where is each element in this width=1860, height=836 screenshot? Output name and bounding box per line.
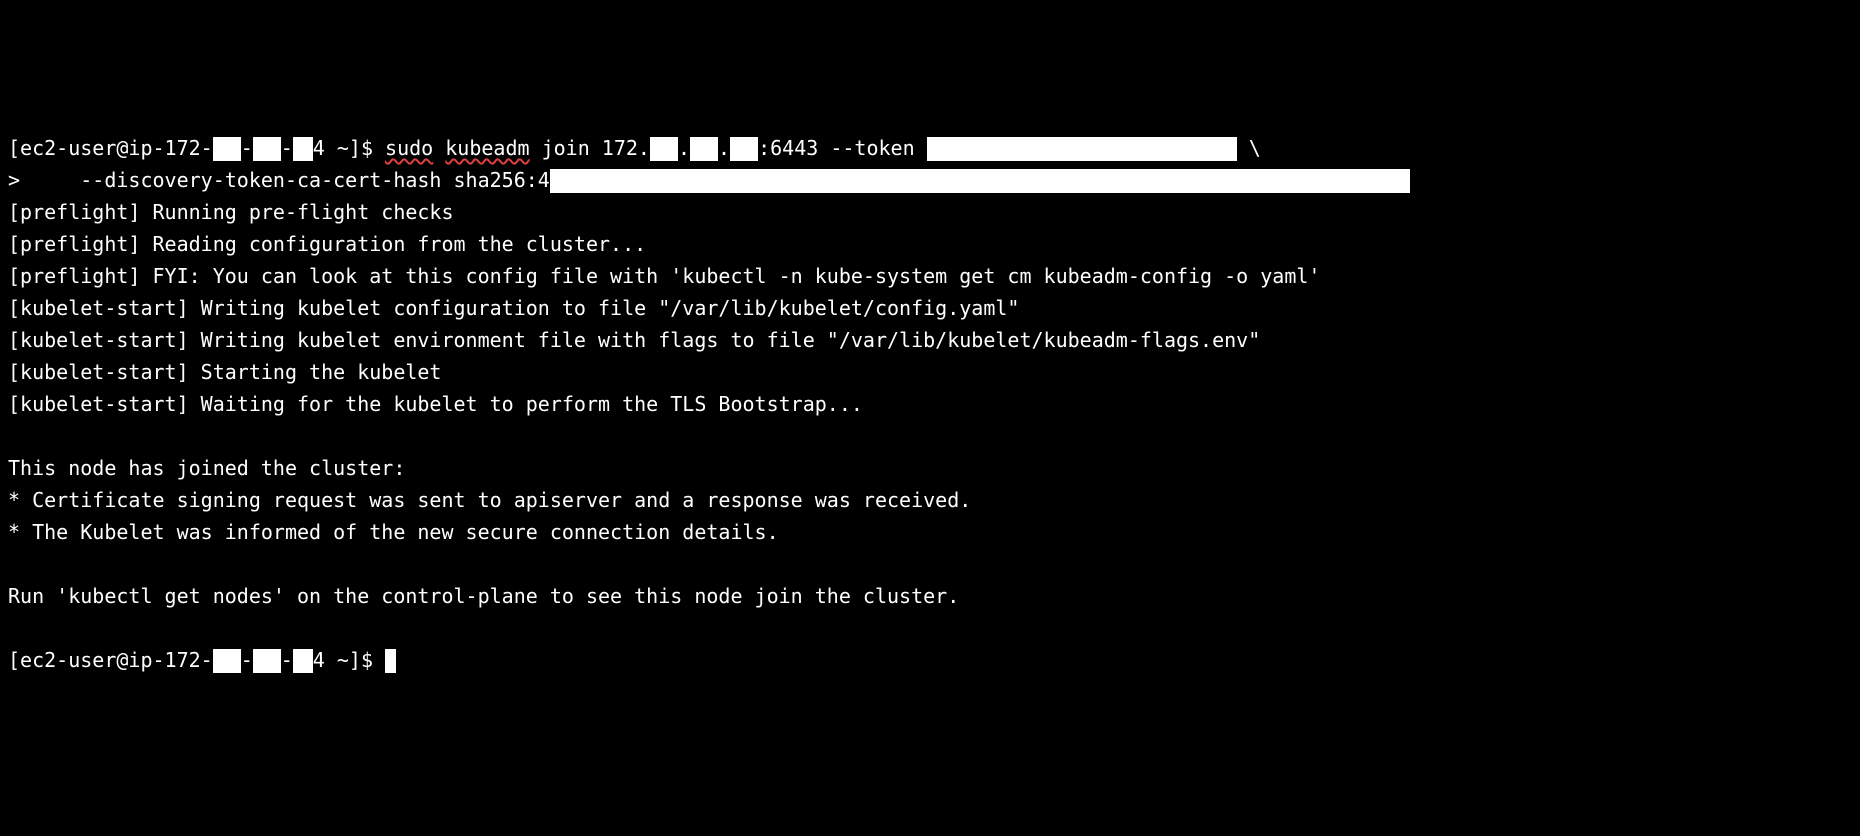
command-line-2[interactable]: [ec2-user@ip-172---4 ~]$ [8,644,1852,676]
output-line: [preflight] FYI: You can look at this co… [8,260,1852,292]
output-line: * Certificate signing request was sent t… [8,484,1852,516]
cont-prompt: > --discovery-token-ca-cert-hash sha256:… [8,168,550,192]
prompt-suffix: 4 ~]$ [313,136,385,160]
output-line: * The Kubelet was informed of the new se… [8,516,1852,548]
command-line-1-continuation[interactable]: > --discovery-token-ca-cert-hash sha256:… [8,164,1852,196]
output-blank [8,548,1852,580]
redacted-ip-octet [293,649,313,673]
cursor [385,649,396,673]
command-line-1[interactable]: [ec2-user@ip-172---4 ~]$ sudo kubeadm jo… [8,132,1852,164]
output-line: [preflight] Running pre-flight checks [8,196,1852,228]
cmd-backslash: \ [1237,136,1261,160]
cmd-rest1: join 172. [530,136,650,160]
prompt-prefix: [ec2-user@ip-172- [8,648,213,672]
redacted-ip-octet [650,137,678,161]
output-line: [kubelet-start] Waiting for the kubelet … [8,388,1852,420]
redacted-ip-octet [213,649,241,673]
prompt-prefix: [ec2-user@ip-172- [8,136,213,160]
redacted-ip-octet [730,137,758,161]
redacted-ip-octet [253,649,281,673]
output-line: [kubelet-start] Writing kubelet configur… [8,292,1852,324]
output-blank [8,420,1852,452]
output-line: Run 'kubectl get nodes' on the control-p… [8,580,1852,612]
redacted-ip-octet [213,137,241,161]
redacted-ip-octet [293,137,313,161]
output-line: [kubelet-start] Writing kubelet environm… [8,324,1852,356]
cmd-kubeadm: kubeadm [445,136,529,160]
output-line: This node has joined the cluster: [8,452,1852,484]
cmd-sudo: sudo [385,136,433,160]
cmd-rest2: :6443 --token [758,136,927,160]
redacted-ip-octet [690,137,718,161]
redacted-ip-octet [253,137,281,161]
output-line: [preflight] Reading configuration from t… [8,228,1852,260]
redacted-hash [550,169,1410,193]
redacted-token [927,137,1237,161]
output-blank [8,612,1852,644]
prompt-suffix: 4 ~]$ [313,648,385,672]
output-line: [kubelet-start] Starting the kubelet [8,356,1852,388]
